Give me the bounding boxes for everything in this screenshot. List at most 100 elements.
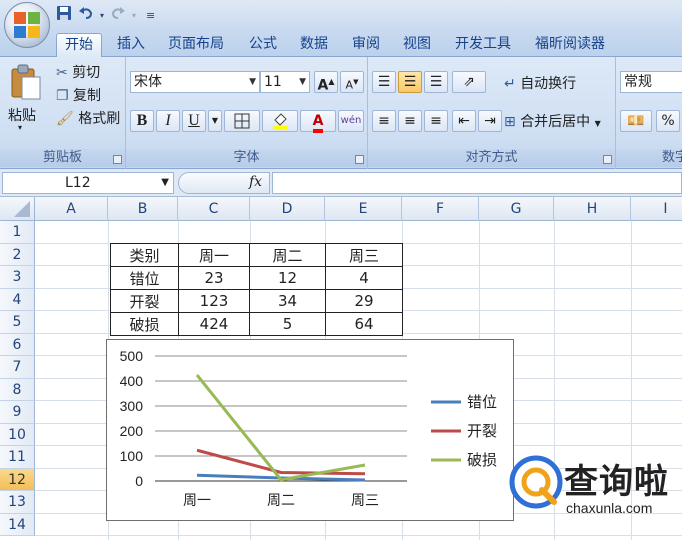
table-cell[interactable]: 破损: [110, 312, 179, 336]
tab-data[interactable]: 数据: [300, 33, 328, 57]
insert-function-button[interactable]: fx: [249, 174, 262, 190]
column-header-a[interactable]: A: [35, 197, 108, 221]
table-header-cell[interactable]: 周一: [178, 243, 250, 267]
accounting-format-button[interactable]: 💴: [620, 110, 652, 132]
table-header-cell[interactable]: 周三: [325, 243, 403, 267]
undo-dropdown-icon[interactable]: ▾: [100, 11, 104, 20]
column-headers: A B C D E F G H I: [35, 197, 682, 221]
row-header-4[interactable]: 4: [0, 288, 35, 311]
borders-button[interactable]: [224, 110, 260, 132]
office-button[interactable]: [4, 2, 50, 48]
align-right-button[interactable]: ≡: [424, 110, 448, 132]
table-cell[interactable]: 29: [325, 289, 403, 313]
formula-input[interactable]: [272, 172, 682, 194]
tab-insert[interactable]: 插入: [117, 33, 145, 57]
align-middle-button[interactable]: ☰: [398, 71, 422, 93]
table-cell[interactable]: 开裂: [110, 289, 179, 313]
align-right-icon: ≡: [430, 113, 442, 129]
tab-home[interactable]: 开始: [56, 33, 102, 57]
table-cell[interactable]: 34: [249, 289, 326, 313]
column-header-h[interactable]: H: [554, 197, 631, 221]
column-header-f[interactable]: F: [402, 197, 479, 221]
font-color-button[interactable]: A: [300, 110, 336, 133]
customize-qat-icon[interactable]: ≡: [146, 9, 155, 22]
font-name-select[interactable]: 宋体 ▼: [130, 71, 260, 93]
tab-view[interactable]: 视图: [403, 33, 431, 57]
row-header-11[interactable]: 11: [0, 446, 35, 469]
tab-page-layout[interactable]: 页面布局: [168, 33, 224, 57]
column-header-b[interactable]: B: [108, 197, 178, 221]
tab-foxit-reader[interactable]: 福昕阅读器: [535, 33, 605, 57]
undo-icon[interactable]: [78, 5, 94, 25]
shrink-font-button[interactable]: A▼: [340, 71, 364, 93]
align-bottom-button[interactable]: ☰: [424, 71, 448, 93]
name-box[interactable]: L12 ▼: [2, 172, 174, 194]
percent-button[interactable]: %: [656, 110, 680, 132]
table-cell[interactable]: 64: [325, 312, 403, 336]
number-format-select[interactable]: 常规: [620, 71, 682, 93]
table-cell[interactable]: 12: [249, 266, 326, 290]
table-header-cell[interactable]: 周二: [249, 243, 326, 267]
row-header-10[interactable]: 10: [0, 423, 35, 446]
column-header-c[interactable]: C: [178, 197, 250, 221]
column-header-d[interactable]: D: [250, 197, 325, 221]
row-header-2[interactable]: 2: [0, 243, 35, 266]
orientation-button[interactable]: ⇗: [452, 71, 486, 93]
cut-button[interactable]: ✂ 剪切: [56, 62, 100, 82]
line-chart[interactable]: 0 100 200 300 400 500 周一 周二 周三 错位 开裂 破损: [106, 339, 514, 521]
wrap-text-button[interactable]: ↵ 自动换行: [504, 73, 576, 93]
italic-button[interactable]: I: [156, 110, 180, 132]
row-header-5[interactable]: 5: [0, 311, 35, 334]
underline-dropdown-icon[interactable]: ▼: [208, 110, 222, 132]
bold-button[interactable]: B: [130, 110, 154, 132]
select-all-corner[interactable]: [0, 197, 35, 221]
row-header-7[interactable]: 7: [0, 356, 35, 379]
table-cell[interactable]: 5: [249, 312, 326, 336]
row-header-3[interactable]: 3: [0, 266, 35, 289]
row-header-12[interactable]: 12: [0, 468, 35, 491]
format-painter-button[interactable]: 🖌 格式刷: [56, 108, 120, 128]
align-top-button[interactable]: ☰: [372, 71, 396, 93]
row-header-13[interactable]: 13: [0, 491, 35, 514]
font-size-select[interactable]: 11 ▼: [260, 71, 310, 93]
row-header-9[interactable]: 9: [0, 401, 35, 424]
table-header-cell[interactable]: 类别: [110, 243, 179, 267]
tab-review[interactable]: 审阅: [352, 33, 380, 57]
font-name-value: 宋体: [134, 74, 162, 90]
scissors-icon: ✂: [56, 65, 68, 81]
tab-developer[interactable]: 开发工具: [455, 33, 511, 57]
decrease-indent-button[interactable]: ⇤: [452, 110, 476, 132]
table-cell[interactable]: 错位: [110, 266, 179, 290]
row-header-1[interactable]: 1: [0, 221, 35, 244]
row-header-8[interactable]: 8: [0, 378, 35, 401]
increase-indent-button[interactable]: ⇥: [478, 110, 502, 132]
title-bar: ▾ ▾ ≡: [0, 0, 682, 30]
chevron-down-icon: ▼: [594, 119, 601, 128]
table-cell[interactable]: 4: [325, 266, 403, 290]
align-left-button[interactable]: ≡: [372, 110, 396, 132]
tab-formulas[interactable]: 公式: [249, 33, 277, 57]
grow-font-button[interactable]: A▲: [314, 71, 338, 94]
paste-button[interactable]: 粘贴 ▾: [6, 61, 46, 137]
font-launcher-icon[interactable]: [355, 155, 364, 164]
row-header-14[interactable]: 14: [0, 513, 35, 536]
clipboard-launcher-icon[interactable]: [113, 155, 122, 164]
redo-icon[interactable]: [110, 5, 126, 25]
copy-button[interactable]: ❐ 复制: [56, 85, 101, 105]
merge-center-button[interactable]: ⊞ 合并后居中 ▼: [504, 111, 601, 131]
table-cell[interactable]: 23: [178, 266, 250, 290]
alignment-launcher-icon[interactable]: [603, 155, 612, 164]
column-header-g[interactable]: G: [479, 197, 554, 221]
table-cell[interactable]: 123: [178, 289, 250, 313]
underline-button[interactable]: U: [182, 110, 206, 132]
y-tick-label: 500: [120, 348, 144, 364]
column-header-i[interactable]: I: [631, 197, 682, 221]
table-cell[interactable]: 424: [178, 312, 250, 336]
fill-color-button[interactable]: [262, 110, 298, 132]
align-center-button[interactable]: ≡: [398, 110, 422, 132]
row-header-6[interactable]: 6: [0, 333, 35, 356]
save-icon[interactable]: [56, 5, 72, 25]
column-header-e[interactable]: E: [325, 197, 402, 221]
phonetic-button[interactable]: wén: [338, 110, 364, 132]
redo-dropdown-icon[interactable]: ▾: [132, 11, 136, 20]
